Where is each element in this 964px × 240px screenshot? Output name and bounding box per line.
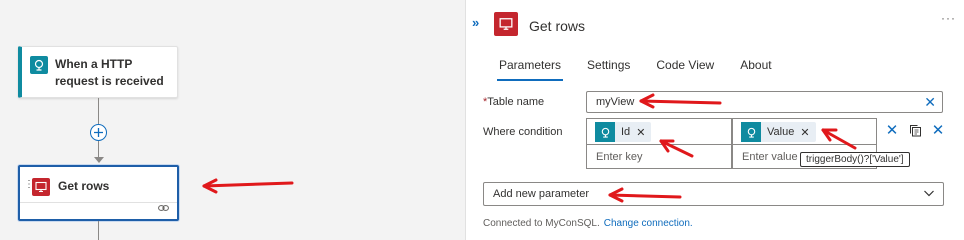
http-request-icon: [595, 122, 615, 142]
link-icon: [158, 201, 169, 215]
double-chevron-right-icon[interactable]: »: [472, 15, 479, 30]
panel-title: Get rows: [529, 18, 586, 34]
remove-token-icon[interactable]: ✕: [800, 126, 809, 139]
table-name-value: myView: [596, 96, 635, 108]
getrows-card-title: Get rows: [58, 179, 110, 193]
tab-code-view[interactable]: Code View: [656, 58, 714, 81]
connector-arrowhead: [94, 157, 104, 163]
value-token-label: Value: [767, 126, 795, 138]
expression-tooltip: triggerBody()?['Value']: [800, 152, 910, 167]
condition-key-field[interactable]: Id ✕ Enter key: [586, 118, 732, 169]
key-token-label: Id: [621, 126, 631, 138]
condition-row-actions: ✕ ✕: [882, 123, 951, 138]
plus-icon: [94, 128, 103, 137]
clear-icon[interactable]: ✕: [924, 95, 936, 109]
sql-icon: [32, 178, 50, 196]
value-placeholder: Enter value: [742, 151, 798, 163]
add-step-button[interactable]: [90, 124, 107, 141]
tab-about[interactable]: About: [740, 58, 771, 81]
tab-settings[interactable]: Settings: [587, 58, 630, 81]
connector-line: [98, 98, 99, 124]
connection-info: Connected to MyConSQL. Change connection.: [483, 218, 693, 229]
http-request-icon: [741, 122, 761, 142]
value-token-row: Value ✕: [733, 119, 876, 145]
copy-icon[interactable]: [905, 124, 925, 137]
card-divider: [20, 202, 177, 203]
getrows-card[interactable]: ⋮ Get rows: [18, 165, 179, 221]
table-name-input[interactable]: myView ✕: [586, 91, 943, 113]
designer-canvas: When a HTTP request is received ⋮ Get ro…: [0, 0, 466, 240]
key-placeholder: Enter key: [596, 151, 643, 163]
more-options-icon[interactable]: ···: [941, 11, 956, 25]
connector-line: [98, 141, 99, 158]
delete-row-icon[interactable]: ✕: [928, 123, 948, 138]
chevron-down-icon: [923, 187, 935, 202]
value-token[interactable]: Value ✕: [741, 122, 816, 142]
connection-status: Connected to MyConSQL.: [483, 218, 600, 229]
add-new-parameter-dropdown[interactable]: Add new parameter: [483, 182, 944, 206]
sql-icon: [494, 12, 518, 36]
trigger-card[interactable]: When a HTTP request is received: [18, 46, 178, 98]
key-token-row: Id ✕: [587, 119, 731, 145]
clear-condition-icon[interactable]: ✕: [882, 123, 902, 138]
where-condition-label: Where condition: [483, 126, 563, 138]
tab-parameters[interactable]: Parameters: [496, 58, 564, 81]
key-token[interactable]: Id ✕: [595, 122, 652, 142]
connector-line: [98, 221, 99, 240]
http-request-icon: [30, 56, 48, 74]
table-name-label-text: Table name: [487, 96, 545, 108]
add-new-parameter-label: Add new parameter: [493, 188, 589, 200]
change-connection-link[interactable]: Change connection.: [604, 218, 693, 229]
trigger-card-title: When a HTTP request is received: [55, 57, 164, 88]
remove-token-icon[interactable]: ✕: [636, 126, 645, 139]
action-panel: » Get rows ··· Parameters Settings Code …: [467, 0, 964, 240]
table-name-label: *Table name: [483, 96, 544, 108]
tab-bar: Parameters Settings Code View About: [496, 58, 798, 81]
